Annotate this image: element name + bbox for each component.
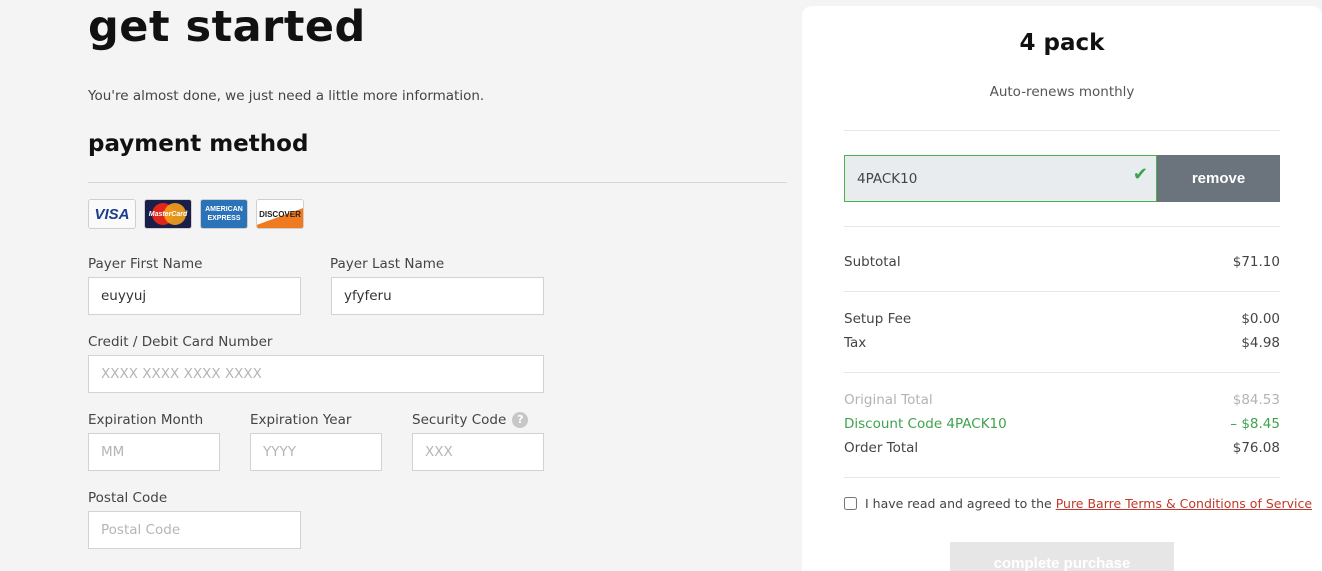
page-title: get started: [88, 2, 366, 52]
remove-promo-button[interactable]: remove: [1157, 155, 1280, 202]
divider: [88, 182, 787, 183]
divider: [844, 372, 1280, 373]
promo-code-value: 4PACK10: [857, 170, 918, 187]
terms-agreement: I have read and agreed to the Pure Barre…: [844, 496, 1312, 511]
accepted-cards: VISA MasterCard AMERICAN EXPRESS DISCOVE…: [88, 199, 304, 229]
postal-code-label: Postal Code: [88, 490, 168, 506]
pack-title: 4 pack: [1019, 30, 1105, 56]
tax-row: Tax $4.98: [844, 335, 1280, 351]
amex-card-icon: AMERICAN EXPRESS: [200, 199, 248, 229]
first-name-input[interactable]: [88, 277, 301, 315]
last-name-label: Payer Last Name: [330, 256, 445, 272]
card-number-input[interactable]: [88, 355, 544, 393]
exp-month-input[interactable]: [88, 433, 220, 471]
help-icon[interactable]: ?: [512, 412, 529, 428]
terms-checkbox[interactable]: [844, 497, 857, 510]
security-code-label: Security Code?: [412, 412, 529, 428]
exp-year-label: Expiration Year: [250, 412, 352, 428]
payment-method-heading: payment method: [88, 131, 309, 157]
terms-link[interactable]: Pure Barre Terms & Conditions of Service: [1056, 496, 1312, 511]
promo-code-field[interactable]: 4PACK10 ✔: [844, 155, 1157, 202]
security-code-input[interactable]: [412, 433, 544, 471]
checkout-form-panel: get started You're almost done, we just …: [0, 0, 800, 571]
divider: [844, 291, 1280, 292]
divider: [844, 477, 1280, 478]
complete-purchase-button[interactable]: complete purchase: [950, 542, 1174, 571]
card-number-label: Credit / Debit Card Number: [88, 334, 273, 350]
visa-card-icon: VISA: [88, 199, 136, 229]
subtotal-row: Subtotal $71.10: [844, 254, 1280, 270]
renewal-note: Auto-renews monthly: [989, 84, 1135, 100]
discover-card-icon: DISCOVER: [256, 199, 304, 229]
discount-row: Discount Code 4PACK10 – $8.45: [844, 416, 1280, 432]
exp-year-input[interactable]: [250, 433, 382, 471]
original-total-row: Original Total $84.53: [844, 392, 1280, 408]
order-summary-panel: 4 pack Auto-renews monthly 4PACK10 ✔ rem…: [802, 6, 1322, 571]
divider: [844, 130, 1280, 131]
setup-fee-row: Setup Fee $0.00: [844, 311, 1280, 327]
last-name-input[interactable]: [331, 277, 544, 315]
page-subtitle: You're almost done, we just need a littl…: [88, 88, 485, 104]
postal-code-input[interactable]: [88, 511, 301, 549]
checkmark-icon: ✔: [1132, 164, 1148, 185]
exp-month-label: Expiration Month: [88, 412, 204, 428]
mastercard-icon: MasterCard: [144, 199, 192, 229]
divider: [844, 226, 1280, 227]
order-total-row: Order Total $76.08: [844, 440, 1280, 456]
first-name-label: Payer First Name: [88, 256, 203, 272]
